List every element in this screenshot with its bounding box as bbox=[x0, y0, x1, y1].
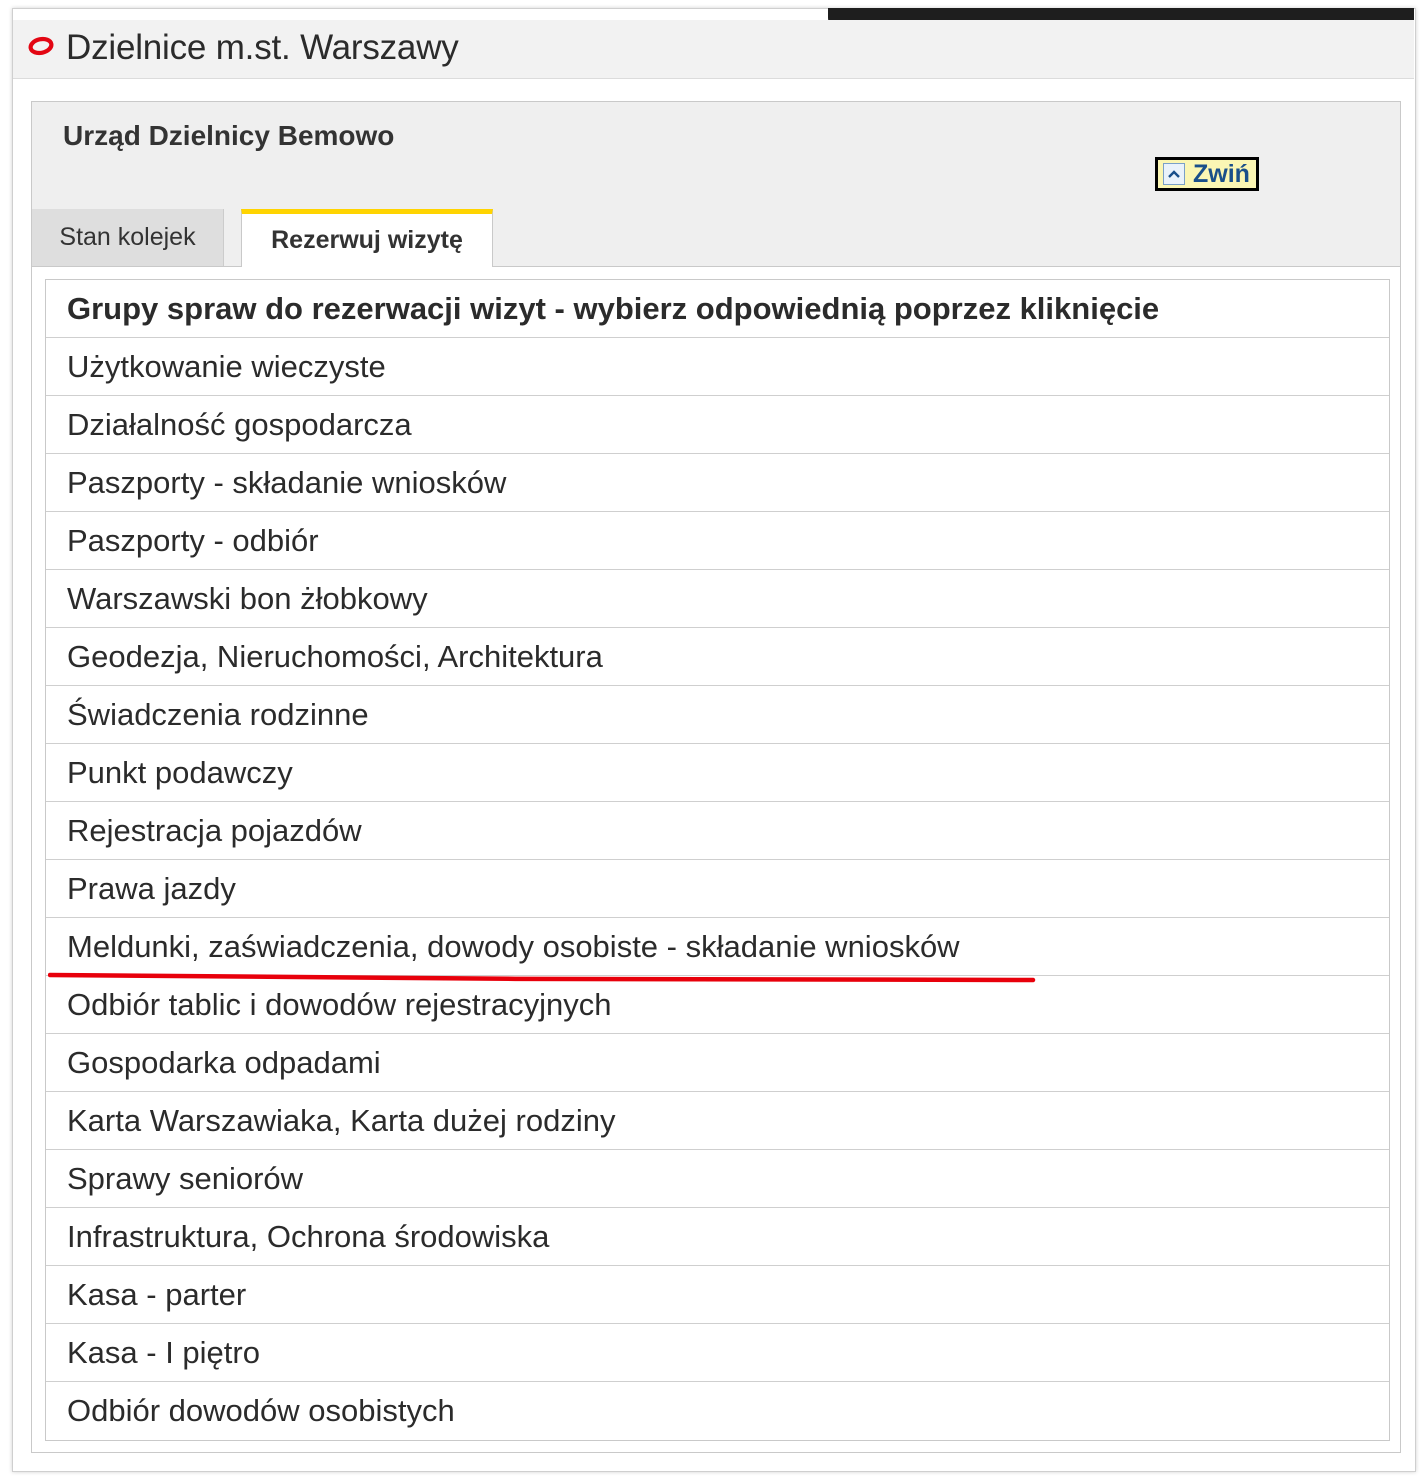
case-groups-list: Grupy spraw do rezerwacji wizyt - wybier… bbox=[45, 279, 1390, 1441]
list-item[interactable]: Odbiór dowodów osobistych bbox=[46, 1382, 1389, 1440]
list-item[interactable]: Gospodarka odpadami bbox=[46, 1034, 1389, 1092]
tab-queue-status-label: Stan kolejek bbox=[59, 223, 196, 251]
list-item[interactable]: Karta Warszawiaka, Karta dużej rodziny bbox=[46, 1092, 1389, 1150]
list-item[interactable]: Meldunki, zaświadczenia, dowody osobiste… bbox=[46, 918, 1389, 976]
list-item[interactable]: Użytkowanie wieczyste bbox=[46, 338, 1389, 396]
list-header: Grupy spraw do rezerwacji wizyt - wybier… bbox=[46, 280, 1389, 338]
list-item[interactable]: Paszporty - odbiór bbox=[46, 512, 1389, 570]
list-item[interactable]: Kasa - I piętro bbox=[46, 1324, 1389, 1382]
page-title: Dzielnice m.st. Warszawy bbox=[66, 28, 459, 67]
collapse-label: Zwiń bbox=[1193, 159, 1250, 188]
list-item[interactable]: Rejestracja pojazdów bbox=[46, 802, 1389, 860]
warsaw-logo-icon bbox=[28, 36, 54, 56]
panel-header: Urząd Dzielnicy Bemowo Zwiń Stan kolejek… bbox=[32, 102, 1400, 267]
tab-book-visit[interactable]: Rezerwuj wizytę bbox=[241, 209, 493, 267]
list-item[interactable]: Kasa - parter bbox=[46, 1266, 1389, 1324]
list-item[interactable]: Paszporty - składanie wniosków bbox=[46, 454, 1389, 512]
list-item[interactable]: Geodezja, Nieruchomości, Architektura bbox=[46, 628, 1389, 686]
office-name: Urząd Dzielnicy Bemowo bbox=[63, 120, 395, 151]
list-item[interactable]: Warszawski bon żłobkowy bbox=[46, 570, 1389, 628]
office-panel: Urząd Dzielnicy Bemowo Zwiń Stan kolejek… bbox=[31, 101, 1401, 1453]
list-item[interactable]: Infrastruktura, Ochrona środowiska bbox=[46, 1208, 1389, 1266]
collapse-button[interactable]: Zwiń bbox=[1155, 157, 1259, 191]
list-item[interactable]: Odbiór tablic i dowodów rejestracyjnych bbox=[46, 976, 1389, 1034]
list-item[interactable]: Prawa jazdy bbox=[46, 860, 1389, 918]
tab-queue-status[interactable]: Stan kolejek bbox=[32, 209, 224, 266]
list-item[interactable]: Świadczenia rodzinne bbox=[46, 686, 1389, 744]
tab-book-visit-label: Rezerwuj wizytę bbox=[271, 226, 463, 254]
chevron-up-icon bbox=[1163, 163, 1185, 185]
list-item[interactable]: Punkt podawczy bbox=[46, 744, 1389, 802]
list-item[interactable]: Sprawy seniorów bbox=[46, 1150, 1389, 1208]
list-item[interactable]: Działalność gospodarcza bbox=[46, 396, 1389, 454]
